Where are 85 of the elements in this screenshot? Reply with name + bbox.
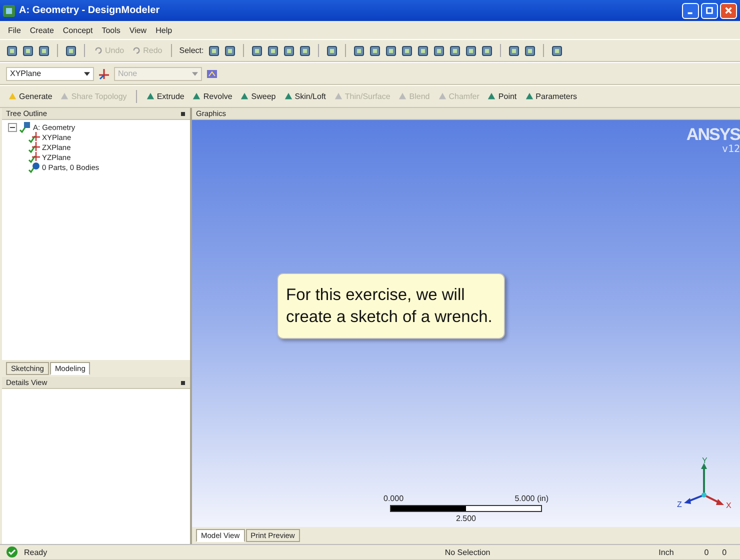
status-field: 0 [704, 548, 716, 556]
toolbar-icon[interactable] [480, 44, 493, 56]
toolbar-icon[interactable] [38, 44, 50, 56]
callout-note: For this exercise, we will create a sketch of a wrench. [277, 273, 505, 339]
caret-icon [192, 72, 198, 76]
axis-label: Z [677, 500, 682, 509]
toolbar-icon[interactable] [352, 44, 365, 56]
tool-icon [398, 92, 408, 101]
minimize-button[interactable] [682, 2, 699, 18]
scale-label: 0.000 [384, 494, 404, 503]
menu-item[interactable]: View [129, 26, 147, 34]
tool-icon [524, 92, 534, 101]
maximize-icon [705, 6, 714, 15]
toolbar-icon[interactable] [6, 44, 18, 56]
app-icon [3, 4, 15, 16]
graphics-viewport[interactable]: ANSYS v12 For this exercise, we will create a sketch of a wrench. 0.000 5.000 (in) 2.500 Y Z X [192, 120, 740, 527]
ansys-logo: ANSYS [686, 126, 740, 144]
toolbar-icon[interactable] [384, 44, 397, 56]
toolbar-icon[interactable] [298, 44, 311, 56]
toolbar-icon[interactable] [266, 44, 279, 56]
toolbar-icon[interactable] [400, 44, 413, 56]
plane-icon [28, 141, 40, 153]
toolbar-button[interactable]: Sweep [238, 92, 278, 101]
sketch-icon[interactable] [206, 68, 218, 80]
toolbar-icon[interactable] [368, 44, 381, 56]
window-title: A: Geometry - DesignModeler [19, 5, 160, 16]
geometry-icon [19, 121, 31, 133]
tool-icon [8, 92, 17, 101]
toolbar-button[interactable]: Generate [6, 92, 54, 101]
toolbar-icon[interactable] [508, 44, 520, 56]
scale-label: 2.500 [456, 514, 476, 523]
menu-item[interactable]: Create [30, 26, 54, 34]
toolbar-button[interactable]: Point [485, 92, 519, 101]
selection-status: No Selection [444, 548, 492, 556]
close-icon [724, 6, 733, 15]
toolbar-button[interactable]: Parameters [522, 92, 580, 101]
toolbar-button[interactable]: Revolve [190, 92, 234, 101]
toolbar-icon[interactable] [224, 44, 236, 56]
maximize-button[interactable] [701, 2, 718, 18]
tool-icon [487, 92, 496, 101]
axis-icon[interactable] [98, 68, 110, 80]
units-status: Inch [658, 548, 675, 556]
toolbar-icon[interactable] [22, 44, 34, 56]
axis-label: X [726, 501, 732, 510]
toolbar-icon[interactable] [250, 44, 263, 56]
tool-icon [240, 92, 250, 101]
plane-dropdown[interactable]: XYPlane [6, 66, 94, 80]
body-icon [28, 161, 40, 173]
pin-icon[interactable] [180, 110, 186, 116]
toolbar-icon[interactable] [524, 44, 536, 56]
toolbar-icon[interactable] [448, 44, 461, 56]
toolbar-icon[interactable] [550, 44, 563, 56]
status-text: Ready [24, 548, 48, 556]
caret-icon [84, 72, 90, 76]
check-icon [6, 546, 18, 558]
close-button[interactable] [720, 2, 737, 18]
menu-item[interactable]: File [8, 26, 21, 34]
toolbar-icon[interactable] [65, 44, 77, 56]
axis-triad-drawing [684, 463, 724, 505]
menu-item[interactable]: Concept [62, 26, 93, 34]
collapse-toggle[interactable] [8, 122, 17, 132]
plane-icon [28, 151, 40, 163]
toolbar-button[interactable]: Extrude [144, 92, 186, 101]
toolbar-icon[interactable] [208, 44, 220, 56]
select-label: Select: [179, 46, 204, 55]
menu-item[interactable]: Help [156, 26, 172, 34]
tool-icon [334, 92, 343, 101]
menu-item[interactable]: Tools [102, 26, 120, 34]
tool-icon [284, 92, 293, 101]
toolbar-icon[interactable] [432, 44, 445, 56]
scale-label: 5.000 (in) [514, 494, 548, 503]
tool-icon [146, 92, 155, 101]
toolbar-icon[interactable] [416, 44, 429, 56]
tool-icon [60, 92, 70, 101]
version-label: v12 [722, 144, 740, 155]
pin-icon[interactable] [180, 380, 186, 386]
toolbar-icon[interactable] [282, 44, 295, 56]
axis-label: Y [702, 457, 708, 465]
tool-icon [192, 92, 202, 101]
status-field: 0 [722, 548, 734, 556]
tool-icon [438, 92, 447, 101]
toolbar-icon[interactable] [326, 44, 338, 56]
toolbar-icon[interactable] [464, 44, 477, 56]
plane-icon [28, 131, 40, 143]
toolbar-button[interactable]: Skin/Loft [282, 92, 328, 101]
